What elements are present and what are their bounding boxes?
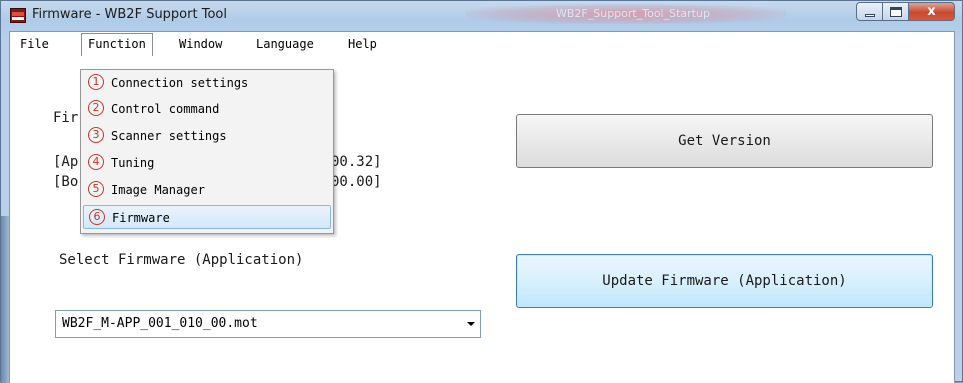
menu-item-tuning[interactable]: 4 Tuning <box>83 151 331 175</box>
app-version-label: [Ap <box>53 154 79 170</box>
number-circle-icon: 2 <box>88 100 104 116</box>
firmware-file-select[interactable]: WB2F_M-APP_001_010_00.mot <box>55 310 481 338</box>
number-circle-icon: 3 <box>88 127 104 143</box>
menu-function[interactable]: Function <box>81 33 153 56</box>
menu-item-label: Control command <box>111 102 220 116</box>
menu-language[interactable]: Language <box>250 34 320 54</box>
boot-version-label: [Bo <box>53 174 79 190</box>
app-icon <box>10 8 26 23</box>
function-menu-dropdown: 1 Connection settings 2 Control command … <box>80 69 334 234</box>
menu-item-image-manager[interactable]: 5 Image Manager <box>83 178 331 202</box>
window-controls: x <box>856 2 955 22</box>
boot-version-value: 00.00] <box>331 174 382 190</box>
title-bar[interactable]: Firmware - WB2F Support Tool WB2F_Suppor… <box>1 1 962 31</box>
menu-window[interactable]: Window <box>173 34 228 54</box>
minimize-button[interactable] <box>856 2 883 21</box>
menu-item-label: Connection settings <box>111 76 249 90</box>
close-button[interactable]: x <box>908 2 955 21</box>
app-window: Firmware - WB2F Support Tool WB2F_Suppor… <box>0 0 963 383</box>
app-version-value: 00.32] <box>331 154 382 170</box>
maximize-button[interactable] <box>882 2 909 21</box>
minimize-icon <box>865 14 875 17</box>
background-window-title: WB2F_Support_Tool_Startup <box>466 4 786 24</box>
number-circle-icon: 6 <box>89 209 105 225</box>
menu-file[interactable]: File <box>14 34 55 54</box>
close-icon: x <box>927 4 936 19</box>
menu-item-label: Image Manager <box>111 183 205 197</box>
menu-item-firmware[interactable]: 6 Firmware <box>83 205 331 229</box>
window-title: Firmware - WB2F Support Tool <box>32 7 227 22</box>
maximize-icon <box>890 7 902 17</box>
menu-item-label: Firmware <box>112 211 170 225</box>
menu-item-control-command[interactable]: 2 Control command <box>83 97 331 121</box>
chevron-down-icon[interactable] <box>467 322 475 326</box>
update-firmware-button[interactable]: Update Firmware (Application) <box>516 254 933 308</box>
menu-bar: File Function Window Language Help <box>10 32 954 56</box>
menu-help[interactable]: Help <box>342 34 383 54</box>
menu-item-scanner-settings[interactable]: 3 Scanner settings <box>83 124 331 148</box>
select-firmware-label: Select Firmware (Application) <box>59 252 304 268</box>
menu-item-label: Scanner settings <box>111 129 227 143</box>
firmware-section-title: Fir <box>53 110 79 126</box>
menu-item-label: Tuning <box>111 156 155 170</box>
menu-item-connection-settings[interactable]: 1 Connection settings <box>83 71 331 95</box>
window-left-edge <box>1 216 9 383</box>
get-version-button[interactable]: Get Version <box>516 114 933 168</box>
number-circle-icon: 4 <box>88 154 104 170</box>
firmware-file-value: WB2F_M-APP_001_010_00.mot <box>62 316 258 331</box>
number-circle-icon: 1 <box>88 74 104 90</box>
number-circle-icon: 5 <box>88 181 104 197</box>
